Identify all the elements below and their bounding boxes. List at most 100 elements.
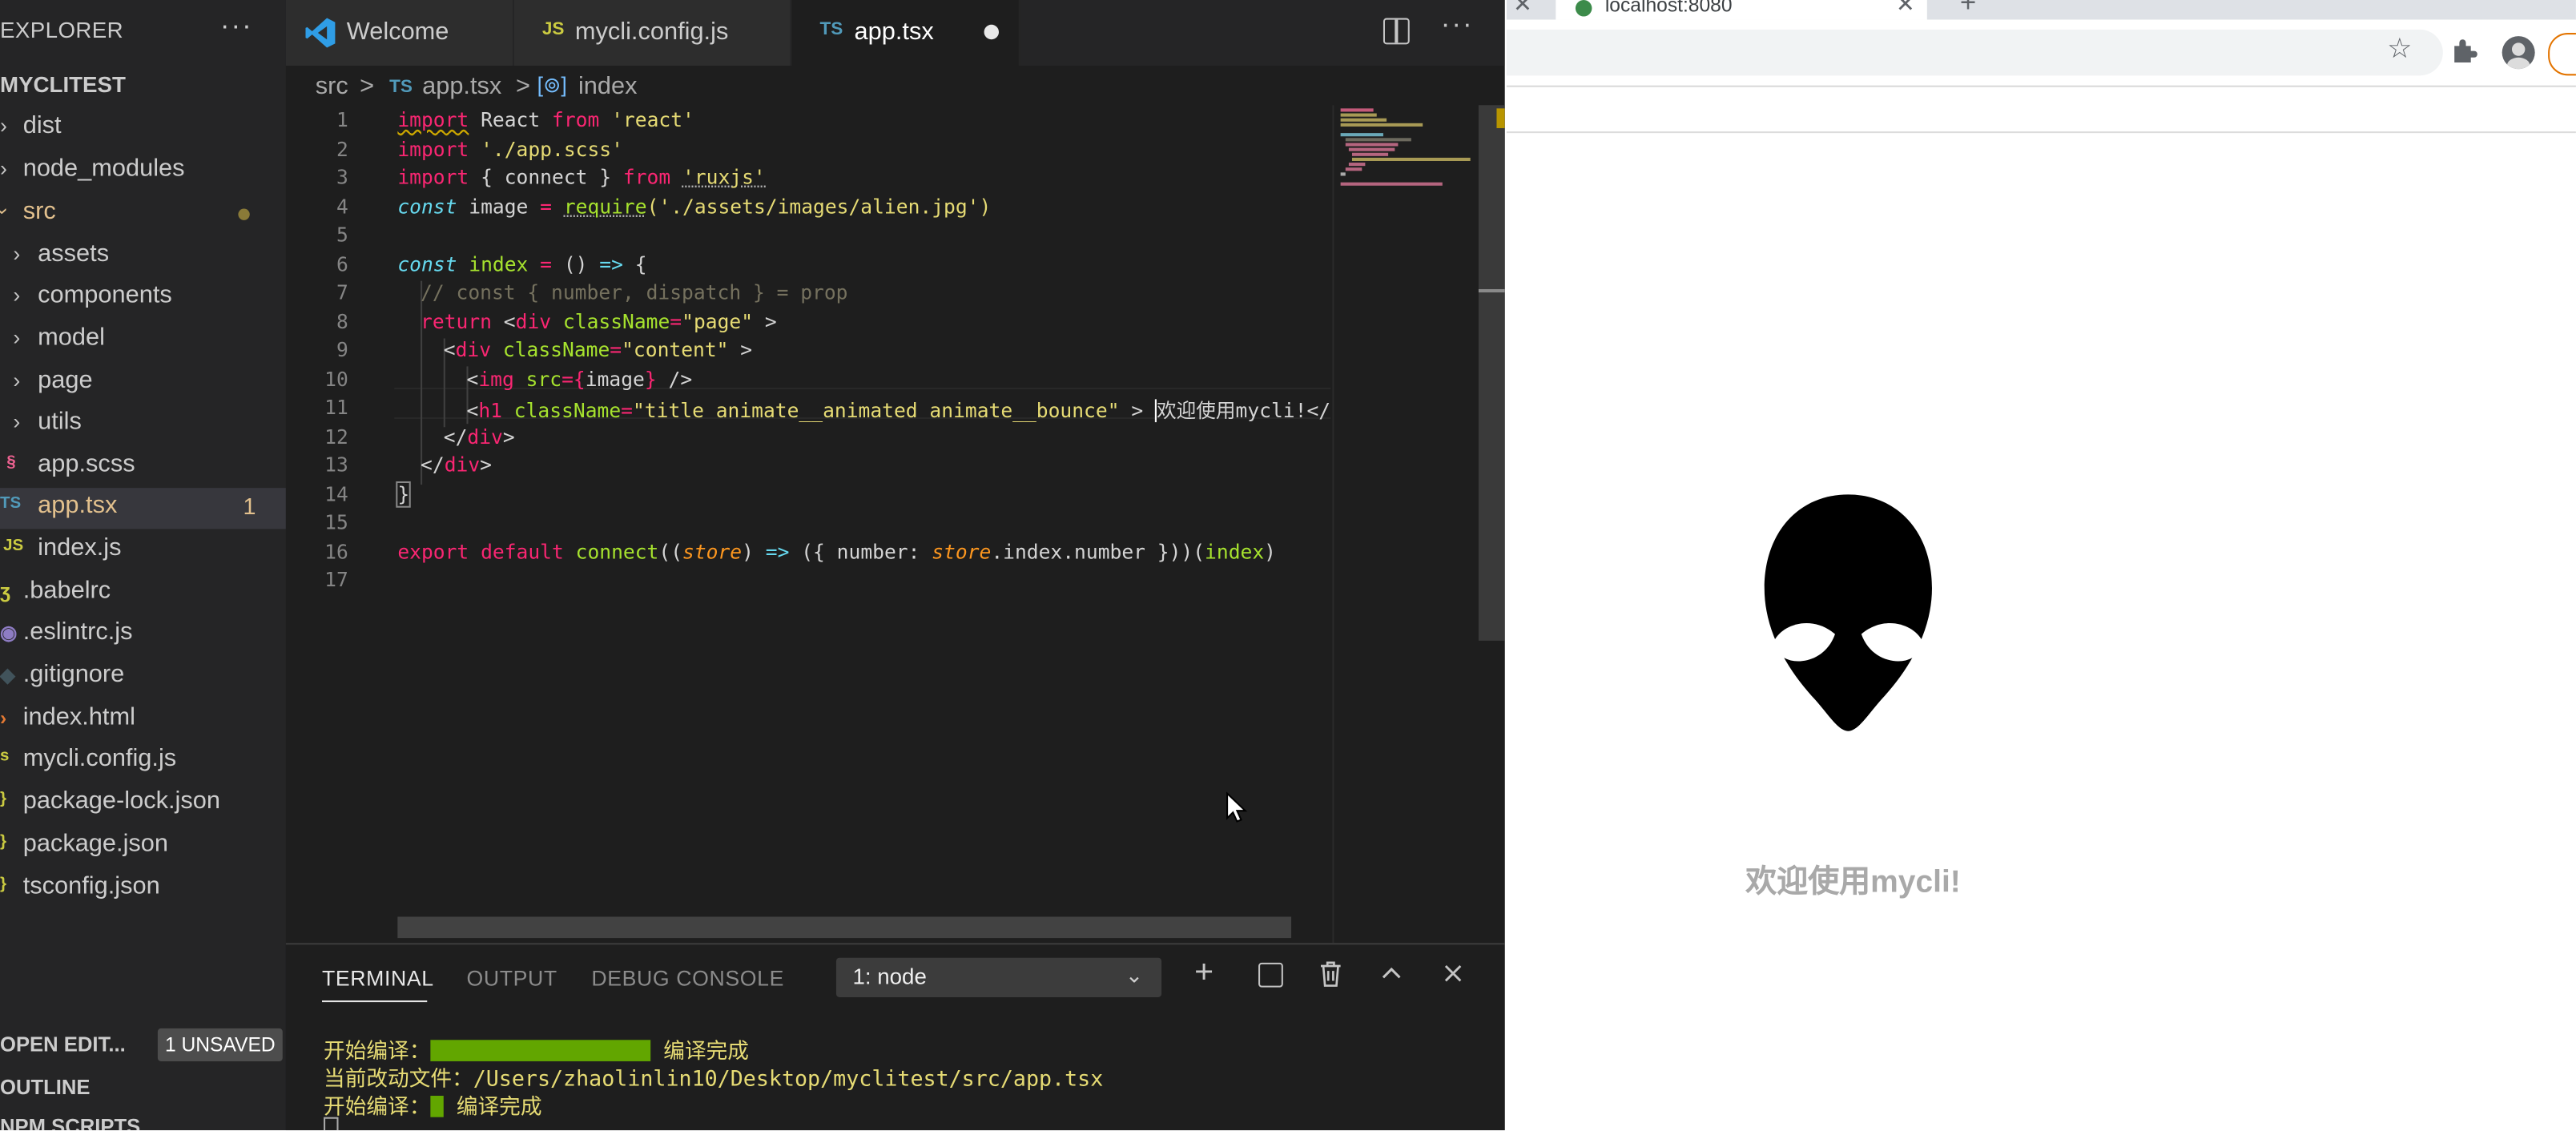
outline-section[interactable]: OUTLINE [0,1076,91,1099]
profile-avatar-icon[interactable] [2502,36,2535,70]
minimap-line [1340,113,1377,117]
tree-item-label: .babelrc [22,576,111,605]
tab-welcome[interactable]: Welcome [285,0,514,66]
browser-tab[interactable]: localhost:8080 ✕ [1556,0,1927,20]
cursor-position-marker [1478,288,1505,293]
tree-item-app-scss[interactable]: § app.scss [0,447,286,488]
breadcrumb-file[interactable]: app.tsx [422,72,501,100]
code-line: import React from 'react' [397,108,694,132]
git-file-icon: ◆ [0,663,15,687]
tree-item-app-tsx[interactable]: TS app.tsx 1 [0,488,286,529]
line-number: 7 [336,280,348,304]
tree-item-tsconfig[interactable]: } tsconfig.json [0,869,286,910]
more-actions-icon[interactable]: ··· [1441,8,1474,41]
close-icon[interactable] [1444,964,1463,983]
tab-debug-console[interactable]: DEBUG CONSOLE [591,966,784,991]
horizontal-scrollbar[interactable] [397,916,1292,939]
browser-menu-button[interactable] [2548,33,2576,76]
minimap-line [1340,118,1387,122]
divider [1506,131,2576,134]
code-line: import './app.scss' [397,138,623,161]
minimap-line [1351,157,1471,161]
tree-item-model[interactable]: › model [0,320,286,361]
tree-item-assets[interactable]: › assets [0,236,286,277]
unsaved-dot-icon[interactable] [984,24,1000,40]
trash-icon[interactable] [1319,961,1342,988]
line-number: 10 [324,368,348,392]
more-actions-icon[interactable]: ··· [220,10,253,42]
symbol-variable-icon: [⊚] [537,72,567,98]
line-number: 3 [336,166,348,189]
browser-tab-title: localhost:8080 [1604,0,1733,17]
extensions-icon[interactable] [2451,38,2477,64]
tree-item-package-lock[interactable]: } package-lock.json [0,783,286,824]
tree-item-index-js[interactable]: JS index.js [0,530,286,571]
tree-item-src[interactable]: › src [0,194,286,235]
plus-icon[interactable]: + [1194,955,1214,992]
close-icon[interactable]: ✕ [1513,0,1532,18]
bookmark-star-icon[interactable]: ☆ [2387,33,2412,66]
tab-terminal[interactable]: TERMINAL [322,966,434,991]
chevron-up-icon[interactable] [1382,966,1402,979]
warning-marker [1496,108,1505,128]
tree-item-node-modules[interactable]: › node_modules [0,151,286,192]
tree-item-components[interactable]: › components [0,278,286,319]
tab-app-tsx[interactable]: TS app.tsx [791,0,1020,66]
address-bar[interactable] [1506,29,2443,76]
minimap-line [1340,123,1423,127]
scrollbar-thumb[interactable] [1478,105,1505,641]
chevron-down-icon: › [0,207,16,215]
tree-item-label: mycli.config.js [22,744,177,772]
tree-item-index-html[interactable]: › index.html [0,700,286,741]
line-number: 17 [324,568,348,592]
minimap-line [1345,143,1399,147]
terminal-line: 开始编译： 编译完成 [324,1096,542,1121]
tree-item-babelrc[interactable]: ʒ .babelrc [0,574,286,614]
minimap[interactable] [1332,105,1480,944]
code-line: <img src={image} /> [466,368,693,392]
terminal-output[interactable]: 开始编译： 编译完成 当前改动文件：/Users/zhaolinlin10/De… [324,1033,1103,1131]
new-tab-icon[interactable]: + [1960,0,1976,20]
tree-item-label: .gitignore [22,660,125,689]
tree-item-utils[interactable]: › utils [0,405,286,445]
tab-output[interactable]: OUTPUT [466,966,557,991]
breadcrumb-symbol[interactable]: index [578,72,638,100]
vscode-window: EXPLORER ··· MYCLITEST › dist › node_mod… [0,0,1505,1131]
chevron-right-icon: › [0,113,7,139]
minimap-line [1340,108,1374,112]
modified-dot-icon [238,208,250,220]
line-number: 8 [336,310,348,334]
open-editors-section[interactable]: OPEN EDIT... [0,1033,126,1057]
scss-file-icon: § [6,453,16,472]
close-icon[interactable]: ✕ [1896,0,1915,18]
code-line: const index = () => { [397,252,647,276]
minimap-line [1348,163,1366,167]
split-terminal-icon[interactable] [1258,962,1283,988]
tree-item-label: utils [38,407,82,436]
tree-item-label: index.js [38,533,122,562]
tab-label: Welcome [346,18,449,46]
line-number: 12 [324,425,348,449]
editor-tabbar: Welcome JS mycli.config.js TS app.tsx ··… [285,0,1505,66]
problem-count-badge: 1 [243,493,256,520]
typescript-file-icon: TS [0,494,22,513]
tree-item-gitignore[interactable]: ◆ .gitignore [0,657,286,698]
split-editor-icon[interactable] [1383,18,1410,45]
tree-item-eslintrc[interactable]: ◉ .eslintrc.js [0,614,286,655]
tab-mycli-config[interactable]: JS mycli.config.js [513,0,792,66]
chevron-right-icon: › [13,409,21,434]
tree-item-package-json[interactable]: } package.json [0,827,286,867]
tree-item-page[interactable]: › page [0,363,286,404]
terminal-select[interactable]: 1: node ⌄ [835,957,1162,997]
project-title[interactable]: MYCLITEST [0,72,126,97]
code-editor[interactable]: 1 2 3 4 5 6 7 8 9 10 11 12 13 14 15 16 1… [286,105,1331,946]
tree-item-dist[interactable]: › dist [0,108,286,149]
tree-item-mycli-config[interactable]: s mycli.config.js [0,741,286,782]
javascript-file-icon: JS [541,19,565,40]
breadcrumb-folder[interactable]: src [316,72,348,100]
typescript-file-icon: TS [389,77,413,98]
npm-scripts-section[interactable]: NPM SCRIPTS [0,1116,140,1130]
tree-item-label: model [38,324,105,352]
code-line: return <div className="page" > [421,310,777,334]
tree-item-label: page [38,366,93,395]
